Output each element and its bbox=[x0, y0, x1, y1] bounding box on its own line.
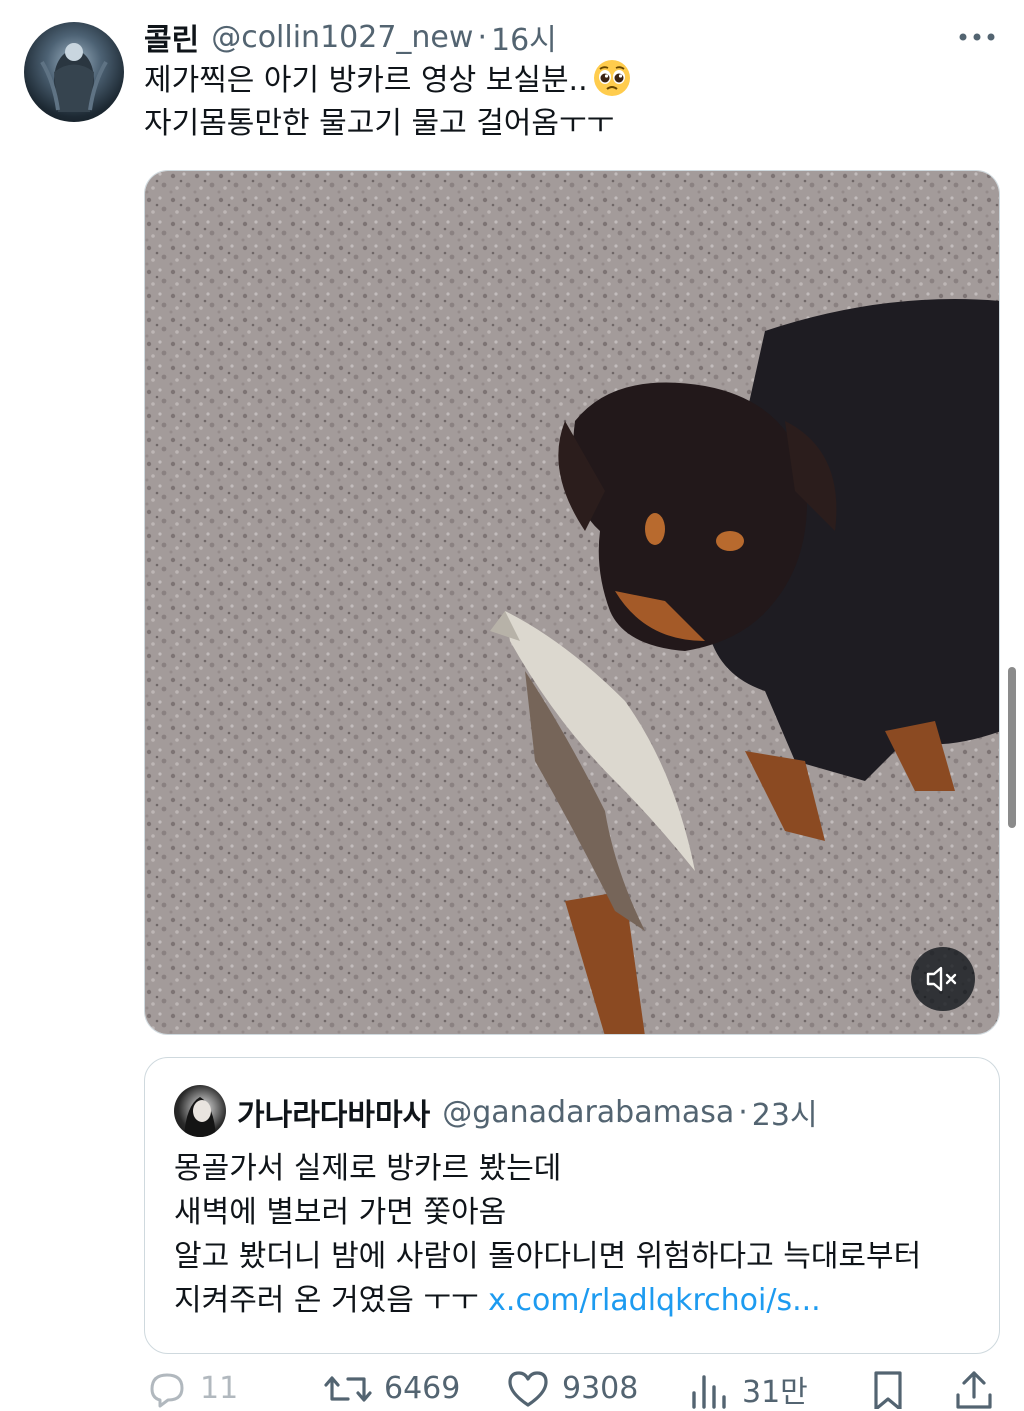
tweet-text-line-2: 자기몸통만한 물고기 물고 걸어옴ㅜㅜ bbox=[144, 106, 615, 141]
ellipsis-icon bbox=[959, 33, 995, 41]
tweet-video[interactable] bbox=[144, 170, 1000, 1035]
mute-toggle-button[interactable] bbox=[911, 947, 975, 1011]
quoted-author-handle[interactable]: @ganadarabamasa bbox=[442, 1095, 734, 1130]
tweet-text-line-1: 제가찍은 아기 방카르 영상 보실분.. bbox=[144, 58, 632, 103]
quoted-tweet-time[interactable]: 23시 bbox=[752, 1090, 818, 1134]
action-bar: 11 6469 9308 31만 bbox=[0, 1366, 1024, 1411]
retweet-button[interactable]: 6469 bbox=[324, 1366, 460, 1411]
quoted-author-avatar[interactable] bbox=[174, 1085, 226, 1137]
bar-chart-icon bbox=[692, 1374, 726, 1409]
pleading-face-icon bbox=[593, 60, 630, 96]
quoted-separator-dot: · bbox=[738, 1094, 748, 1130]
author-avatar[interactable] bbox=[24, 22, 124, 122]
like-button[interactable]: 9308 bbox=[506, 1366, 638, 1411]
bookmark-icon bbox=[874, 1370, 902, 1409]
quoted-text-line-4: 지켜주러 온 거였음 ㅜㅜ x.com/rladlqkrchoi/s... bbox=[174, 1279, 821, 1323]
scrollbar-thumb[interactable] bbox=[1008, 667, 1016, 828]
reply-count: 11 bbox=[200, 1371, 239, 1406]
like-count: 9308 bbox=[562, 1371, 639, 1406]
views-count: 31만 bbox=[742, 1374, 808, 1410]
tweet-header: 콜린 @collin1027_new · 16시 bbox=[144, 14, 557, 60]
quoted-tweet-header: 가나라다바마사 @ganadarabamasa · 23시 bbox=[237, 1088, 818, 1136]
quoted-text-line-1: 몽골가서 실제로 방카르 봤는데 bbox=[174, 1151, 562, 1186]
author-handle[interactable]: @collin1027_new bbox=[211, 20, 473, 55]
quoted-avatar-image bbox=[184, 1097, 216, 1137]
tweet-time[interactable]: 16시 bbox=[491, 15, 557, 59]
video-frame bbox=[145, 171, 999, 1034]
share-icon bbox=[956, 1370, 992, 1409]
share-button[interactable] bbox=[952, 1366, 996, 1411]
quoted-text-line-3: 알고 봤더니 밤에 사람이 돌아다니면 위험하다고 늑대로부터 bbox=[174, 1239, 922, 1274]
author-name[interactable]: 콜린 bbox=[144, 15, 199, 59]
quoted-text-line-2: 새벽에 별보러 가면 쫓아옴 bbox=[174, 1195, 507, 1230]
quoted-link[interactable]: x.com/rladlqkrchoi/s... bbox=[488, 1283, 821, 1318]
speaker-muted-icon bbox=[926, 966, 957, 992]
avatar-image bbox=[40, 43, 108, 112]
views-button[interactable]: 31만 bbox=[688, 1366, 808, 1411]
tweet-text: 제가찍은 아기 방카르 영상 보실분.. bbox=[144, 63, 588, 98]
reply-button[interactable]: 11 bbox=[146, 1366, 238, 1411]
quoted-text: 지켜주러 온 거였음 ㅜㅜ bbox=[174, 1283, 489, 1318]
retweet-icon bbox=[324, 1375, 372, 1402]
quoted-author-name[interactable]: 가나라다바마사 bbox=[237, 1090, 430, 1134]
bookmark-button[interactable] bbox=[868, 1366, 908, 1411]
reply-icon bbox=[150, 1373, 184, 1407]
heart-icon bbox=[508, 1370, 548, 1407]
separator-dot: · bbox=[477, 19, 487, 55]
more-options-button[interactable] bbox=[952, 22, 1002, 52]
retweet-count: 6469 bbox=[384, 1371, 461, 1406]
quoted-tweet[interactable]: 가나라다바마사 @ganadarabamasa · 23시 몽골가서 실제로 방… bbox=[144, 1057, 1000, 1354]
